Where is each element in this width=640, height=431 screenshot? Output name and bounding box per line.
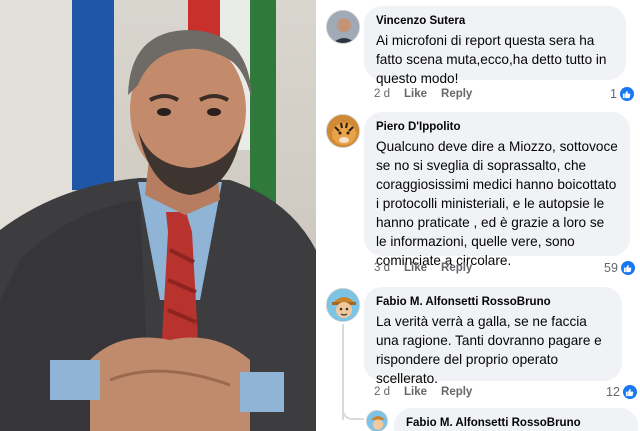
like-button[interactable]: Like bbox=[404, 88, 427, 100]
comment-text: Ai microfoni di report questa sera ha fa… bbox=[376, 33, 607, 86]
comment-bubble: Piero D'Ippolito Qualcuno deve dire a Mi… bbox=[364, 112, 630, 268]
thumbs-up-icon bbox=[619, 87, 634, 101]
reply-button[interactable]: Reply bbox=[441, 88, 472, 100]
reply-button[interactable]: Reply bbox=[441, 262, 472, 274]
avatar[interactable] bbox=[366, 410, 388, 431]
comment-bubble: Fabio M. Alfonsetti RossoBruno La verità… bbox=[364, 287, 622, 386]
user-photo-icon bbox=[327, 11, 359, 43]
reaction-count: 1 bbox=[610, 87, 617, 101]
reaction-count: 59 bbox=[604, 261, 618, 275]
comment-actions: 2 d Like Reply bbox=[374, 386, 472, 398]
portrait-illustration bbox=[0, 0, 316, 431]
news-photo bbox=[0, 0, 316, 431]
comment-bubble: Vincenzo Sutera Ai microfoni di report q… bbox=[364, 6, 626, 86]
cartoon-avatar-icon bbox=[327, 289, 359, 321]
comment-time[interactable]: 2 d bbox=[374, 88, 390, 100]
avatar[interactable] bbox=[326, 288, 360, 322]
reaction-summary[interactable]: 1 bbox=[610, 87, 634, 101]
comment-bubble: Fabio M. Alfonsetti RossoBruno bbox=[394, 408, 638, 431]
comment-text: Qualcuno deve dire a Miozzo, sottovoce s… bbox=[376, 139, 618, 268]
cartoon-avatar-icon bbox=[367, 411, 387, 431]
thumbs-up-icon bbox=[622, 385, 637, 399]
comment-author[interactable]: Vincenzo Sutera bbox=[376, 14, 614, 29]
reaction-count: 12 bbox=[606, 385, 620, 399]
avatar[interactable] bbox=[326, 114, 360, 148]
comment-time[interactable]: 2 d bbox=[374, 386, 390, 398]
like-button[interactable]: Like bbox=[404, 386, 427, 398]
avatar[interactable] bbox=[326, 10, 360, 44]
comment-time[interactable]: 3 d bbox=[374, 262, 390, 274]
comment-text: La verità verrà a galla, se ne faccia un… bbox=[376, 314, 602, 386]
comment-author[interactable]: Piero D'Ippolito bbox=[376, 120, 618, 135]
comments-panel: Vincenzo Sutera Ai microfoni di report q… bbox=[316, 0, 640, 431]
comment-actions: 2 d Like Reply bbox=[374, 88, 472, 100]
reply-button[interactable]: Reply bbox=[441, 386, 472, 398]
reaction-summary[interactable]: 12 bbox=[606, 385, 637, 399]
reaction-summary[interactable]: 59 bbox=[604, 261, 635, 275]
comment-author[interactable]: Fabio M. Alfonsetti RossoBruno bbox=[406, 416, 626, 431]
thread-connector-branch bbox=[342, 402, 364, 420]
tiger-avatar-icon bbox=[327, 115, 359, 147]
thumbs-up-icon bbox=[620, 261, 635, 275]
comment-actions: 3 d Like Reply bbox=[374, 262, 472, 274]
comment-author[interactable]: Fabio M. Alfonsetti RossoBruno bbox=[376, 295, 610, 310]
like-button[interactable]: Like bbox=[404, 262, 427, 274]
